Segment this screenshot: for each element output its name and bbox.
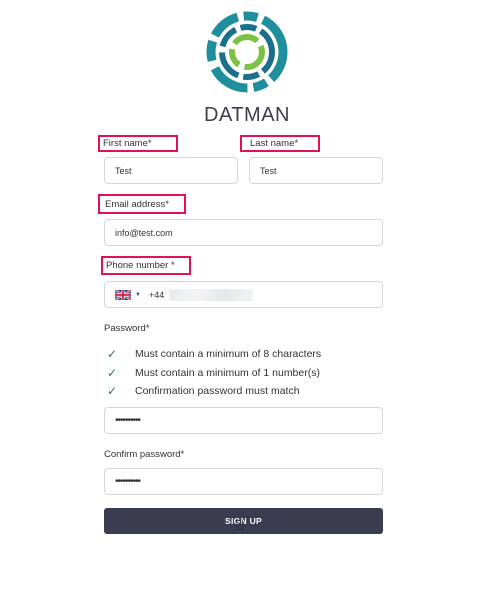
hand-cursor-icon: ☝ — [235, 517, 245, 534]
password-rules: ✓ Must contain a minimum of 8 characters… — [107, 345, 321, 401]
rule-item: ✓ Must contain a minimum of 1 number(s) — [107, 365, 320, 380]
password-label: Password* — [104, 323, 150, 334]
datman-logo: DATMAN — [197, 10, 297, 126]
phone-number-redacted — [169, 288, 254, 301]
rule-item: ✓ Must contain a minimum of 8 characters — [107, 347, 322, 362]
check-icon: ✓ — [107, 347, 118, 362]
logo-mark-icon — [206, 11, 288, 93]
confirm-password-label: Confirm password* — [104, 449, 185, 460]
email-input[interactable]: info@test.com — [104, 219, 383, 246]
first-name-label: First name* — [98, 135, 178, 152]
rule-item: ✓ Confirmation password must match — [107, 384, 300, 399]
phone-label: Phone number * — [101, 256, 191, 275]
uk-flag-icon — [115, 289, 131, 300]
brand-name: DATMAN — [204, 104, 290, 126]
first-name-input[interactable]: Test — [104, 157, 238, 184]
password-input[interactable]: •••••••••• — [104, 407, 383, 434]
check-icon: ✓ — [107, 365, 118, 380]
last-name-input[interactable]: Test — [249, 157, 383, 184]
phone-country-code: +44 — [148, 289, 165, 300]
country-dropdown-chevron-icon[interactable]: ▼ — [135, 292, 141, 298]
confirm-password-input[interactable]: •••••••••• — [104, 468, 383, 495]
phone-input[interactable]: ▼ +44 — [104, 281, 383, 308]
last-name-label: Last name* — [240, 135, 320, 152]
email-label: Email address* — [98, 194, 186, 214]
check-icon: ✓ — [107, 384, 118, 399]
